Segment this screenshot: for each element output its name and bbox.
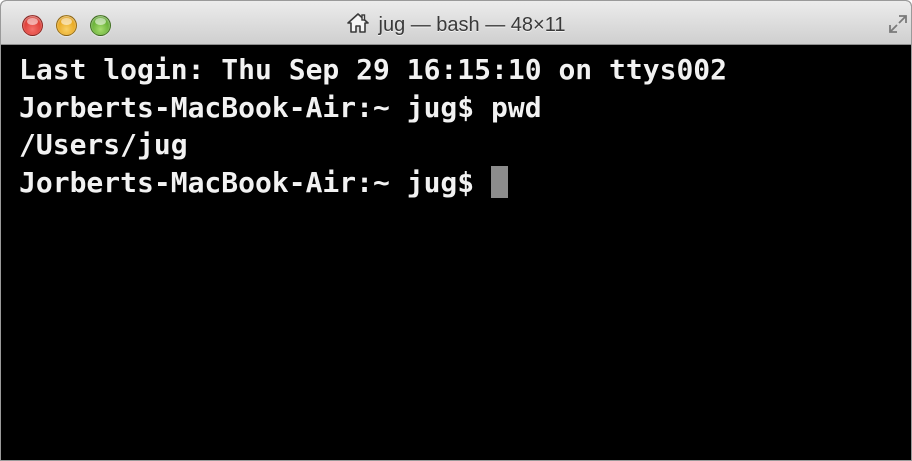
terminal-content[interactable]: Last login: Thu Sep 29 16:15:10 on ttys0… [1, 45, 911, 460]
window-title: jug — bash — 48×11 [378, 14, 566, 37]
terminal-window: jug — bash — 48×11 Last login: Thu Sep 2… [0, 0, 912, 461]
terminal-cursor [491, 165, 509, 198]
terminal-line-last-login: Last login: Thu Sep 29 16:15:10 on ttys0… [19, 53, 728, 86]
terminal-line-pwd-output: /Users/jug [19, 128, 188, 161]
window-title-area: jug — bash — 48×11 [1, 12, 911, 38]
terminal-current-prompt-line[interactable]: Jorberts-MacBook-Air:~ jug$ [19, 164, 911, 202]
fullscreen-icon[interactable] [887, 13, 909, 35]
terminal-prompt: Jorberts-MacBook-Air:~ jug$ [19, 165, 475, 199]
terminal-line-pwd-command: Jorberts-MacBook-Air:~ jug$ pwd [19, 90, 542, 124]
home-icon [346, 13, 369, 34]
title-bar[interactable]: jug — bash — 48×11 [1, 1, 911, 45]
